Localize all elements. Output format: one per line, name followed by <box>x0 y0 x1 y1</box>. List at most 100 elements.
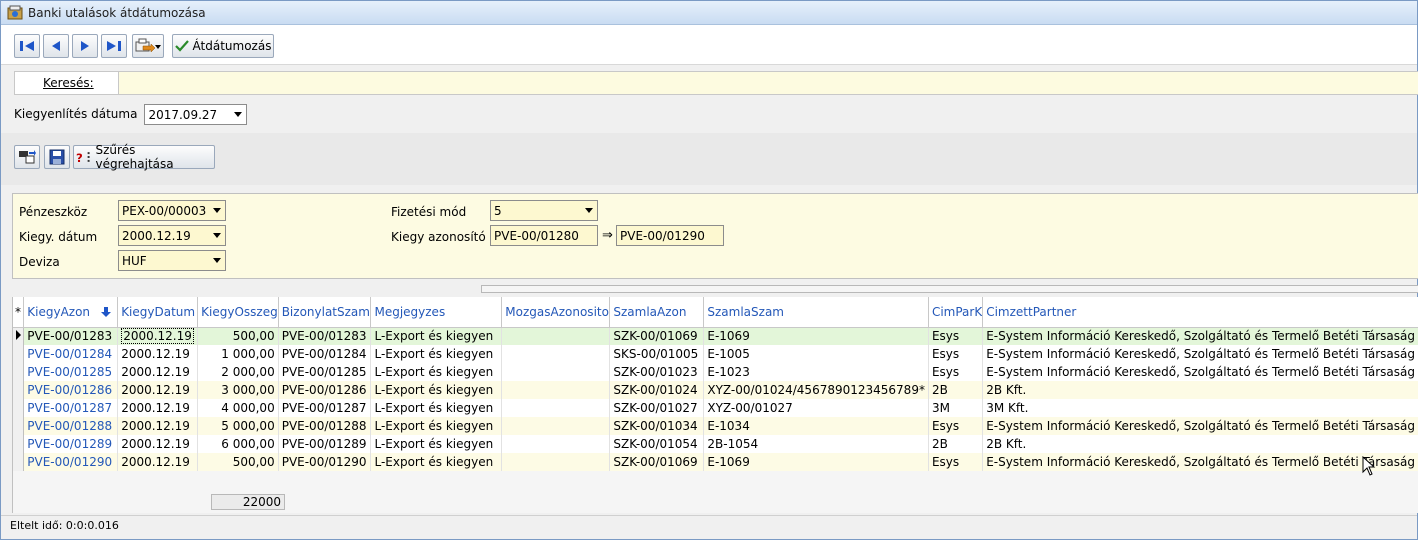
col-header-indicator[interactable]: * <box>13 297 25 328</box>
cell-mozgasazonosito[interactable] <box>501 345 611 363</box>
cell-cimpark[interactable]: 2B <box>928 435 984 453</box>
table-row[interactable]: PVE-00/01288 2000.12.19 5 000,00 PVE-00/012… <box>13 417 1418 435</box>
cell-kiegyazon[interactable]: PVE-00/01283 <box>23 327 119 345</box>
cell-kiegydatum[interactable]: 2000.12.19 <box>117 345 199 363</box>
cell-mozgasazonosito[interactable] <box>501 453 611 471</box>
cell-cimzettpartner[interactable]: E-System Információ Kereskedő, Szolgálta… <box>982 363 1418 381</box>
cell-cimpark[interactable]: Esys <box>928 417 984 435</box>
cell-szamlaszam[interactable]: E-1005 <box>703 345 929 363</box>
azon-to-input[interactable]: PVE-00/01290 <box>616 225 724 246</box>
cell-megjegyzes[interactable]: L-Export és kiegyen <box>370 345 503 363</box>
col-header-kiegyazon[interactable]: KiegyAzon <box>23 297 119 328</box>
cell-szamlaazon[interactable]: SKS-00/01005 <box>609 345 705 363</box>
row-indicator[interactable] <box>13 363 25 381</box>
row-indicator[interactable] <box>13 435 25 453</box>
col-header-kiegydatum[interactable]: KiegyDatum <box>117 297 199 328</box>
cell-szamlaszam[interactable]: E-1023 <box>703 363 929 381</box>
search-input[interactable] <box>121 72 1418 94</box>
cell-bizonylatszam[interactable]: PVE-00/01283 <box>278 327 372 345</box>
cell-bizonylatszam[interactable]: PVE-00/01285 <box>278 363 372 381</box>
cell-kiegydatum[interactable]: 2000.12.19 <box>117 399 199 417</box>
table-row[interactable]: PVE-00/01286 2000.12.19 3 000,00 PVE-00/012… <box>13 381 1418 399</box>
cell-szamlaszam[interactable]: E-1069 <box>703 453 929 471</box>
cell-megjegyzes[interactable]: L-Export és kiegyen <box>370 453 503 471</box>
cell-kiegyosszeg[interactable]: 500,00 <box>197 327 279 345</box>
col-header-cimzettpartner[interactable]: CimzettPartner <box>982 297 1418 328</box>
cell-cimzettpartner[interactable]: E-System Információ Kereskedő, Szolgálta… <box>982 327 1418 345</box>
apply-filter-button[interactable]: ? Szűrés végrehajtása <box>73 143 215 171</box>
cell-megjegyzes[interactable]: L-Export és kiegyen <box>370 363 503 381</box>
cell-kiegyazon[interactable]: PVE-00/01290 <box>23 453 119 471</box>
cell-kiegyosszeg[interactable]: 2 000,00 <box>197 363 279 381</box>
row-indicator[interactable] <box>13 345 25 363</box>
deviza-combo[interactable]: HUF <box>118 250 226 271</box>
cell-cimpark[interactable]: Esys <box>928 327 984 345</box>
table-row[interactable]: PVE-00/01290 2000.12.19 500,00 PVE-00/01290… <box>13 453 1418 471</box>
cell-megjegyzes[interactable]: L-Export és kiegyen <box>370 381 503 399</box>
cell-bizonylatszam[interactable]: PVE-00/01289 <box>278 435 372 453</box>
table-row[interactable]: PVE-00/01283 2000.12.19 500,00 PVE-00/01283… <box>13 327 1418 345</box>
cell-bizonylatszam[interactable]: PVE-00/01288 <box>278 417 372 435</box>
kiegy-datum-combo[interactable]: 2000.12.19 <box>118 225 226 246</box>
cell-mozgasazonosito[interactable] <box>501 435 611 453</box>
cell-cimpark[interactable]: 2B <box>928 381 984 399</box>
col-header-bizonylatszam[interactable]: BizonylatSzam <box>278 297 372 328</box>
export-dropdown-button[interactable] <box>132 34 164 58</box>
save-filter-button[interactable] <box>44 145 70 169</box>
cell-kiegydatum[interactable]: 2000.12.19 <box>117 381 199 399</box>
cell-szamlaszam[interactable]: E-1069 <box>703 327 929 345</box>
settlement-date-combo[interactable]: 2017.09.27 <box>144 103 248 125</box>
cell-cimpark[interactable]: 3M <box>928 399 984 417</box>
cell-kiegyosszeg[interactable]: 500,00 <box>197 453 279 471</box>
cell-szamlaazon[interactable]: SZK-00/01027 <box>609 399 705 417</box>
cell-megjegyzes[interactable]: L-Export és kiegyen <box>370 327 503 345</box>
cell-szamlaazon[interactable]: SZK-00/01023 <box>609 363 705 381</box>
table-row[interactable]: PVE-00/01289 2000.12.19 6 000,00 PVE-00/012… <box>13 435 1418 453</box>
cell-szamlaazon[interactable]: SZK-00/01069 <box>609 327 705 345</box>
filter-toggle-button[interactable] <box>14 145 40 169</box>
cell-kiegyosszeg[interactable]: 3 000,00 <box>197 381 279 399</box>
cell-cimzettpartner[interactable]: 2B Kft. <box>982 435 1418 453</box>
cell-cimpark[interactable]: Esys <box>928 453 984 471</box>
cell-cimzettpartner[interactable]: E-System Információ Kereskedő, Szolgálta… <box>982 345 1418 363</box>
cell-szamlaazon[interactable]: SZK-00/01054 <box>609 435 705 453</box>
cell-kiegydatum[interactable]: 2000.12.19 <box>117 435 199 453</box>
azon-from-input[interactable]: PVE-00/01280 <box>490 225 598 246</box>
horizontal-scrollbar[interactable] <box>481 285 1418 293</box>
previous-record-button[interactable] <box>43 34 69 58</box>
cell-kiegydatum[interactable]: 2000.12.19 <box>117 453 199 471</box>
cell-kiegydatum[interactable]: 2000.12.19 <box>117 417 199 435</box>
cell-kiegyosszeg[interactable]: 4 000,00 <box>197 399 279 417</box>
table-row[interactable]: PVE-00/01284 2000.12.19 1 000,00 PVE-00/012… <box>13 345 1418 363</box>
cell-mozgasazonosito[interactable] <box>501 363 611 381</box>
cell-kiegyazon[interactable]: PVE-00/01287 <box>23 399 119 417</box>
cell-szamlaszam[interactable]: XYZ-00/01027 <box>703 399 929 417</box>
cell-bizonylatszam[interactable]: PVE-00/01290 <box>278 453 372 471</box>
cell-szamlaazon[interactable]: SZK-00/01034 <box>609 417 705 435</box>
table-row[interactable]: PVE-00/01287 2000.12.19 4 000,00 PVE-00/012… <box>13 399 1418 417</box>
row-indicator[interactable] <box>13 399 25 417</box>
cell-cimzettpartner[interactable]: E-System Információ Kereskedő, Szolgálta… <box>982 417 1418 435</box>
fizetesi-mod-combo[interactable]: 5 <box>490 200 598 221</box>
cell-szamlaazon[interactable]: SZK-00/01024 <box>609 381 705 399</box>
col-header-cimpark[interactable]: CimParK <box>928 297 984 328</box>
cell-kiegyazon[interactable]: PVE-00/01285 <box>23 363 119 381</box>
cell-kiegyosszeg[interactable]: 6 000,00 <box>197 435 279 453</box>
col-header-szamlaazon[interactable]: SzamlaAzon <box>609 297 705 328</box>
col-header-mozgasazonosito[interactable]: MozgasAzonosito <box>501 297 611 328</box>
cell-kiegydatum[interactable]: 2000.12.19 <box>117 327 199 345</box>
cell-bizonylatszam[interactable]: PVE-00/01284 <box>278 345 372 363</box>
last-record-button[interactable] <box>101 34 127 58</box>
table-row[interactable]: PVE-00/01285 2000.12.19 2 000,00 PVE-00/012… <box>13 363 1418 381</box>
cell-kiegyosszeg[interactable]: 5 000,00 <box>197 417 279 435</box>
cell-cimzettpartner[interactable]: E-System Információ Kereskedő, Szolgálta… <box>982 453 1418 471</box>
cell-kiegyazon[interactable]: PVE-00/01289 <box>23 435 119 453</box>
cell-bizonylatszam[interactable]: PVE-00/01286 <box>278 381 372 399</box>
next-record-button[interactable] <box>72 34 98 58</box>
row-indicator[interactable] <box>13 453 25 471</box>
first-record-button[interactable] <box>14 34 40 58</box>
penzeszkoz-combo[interactable]: PEX-00/00003 <box>118 200 226 221</box>
cell-megjegyzes[interactable]: L-Export és kiegyen <box>370 399 503 417</box>
cell-szamlaszam[interactable]: 2B-1054 <box>703 435 929 453</box>
cell-kiegyazon[interactable]: PVE-00/01284 <box>23 345 119 363</box>
